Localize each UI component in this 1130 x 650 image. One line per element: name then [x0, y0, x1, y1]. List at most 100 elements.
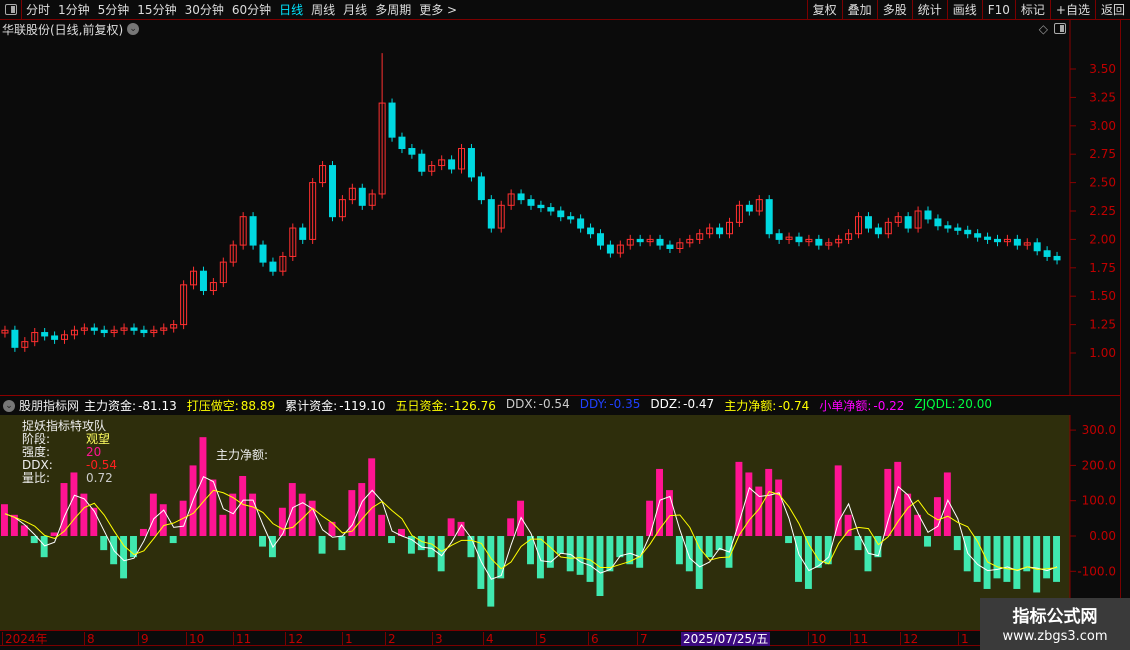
indicator-value: 主力资金: -81.13 — [84, 399, 177, 413]
ratio-value: 0.72 — [86, 471, 113, 485]
indicator-value: DDY: -0.35 — [579, 397, 641, 411]
date-axis: 2024年 8 9 10 11 12 1 2 3 4 5 6 7 2025/07/25/五 10 11 12 1 — [0, 630, 1120, 646]
period-tab[interactable]: 更多 > — [415, 1, 461, 18]
candle-body — [924, 210, 932, 220]
net-amount-bar — [993, 536, 1001, 579]
date-label: 9 — [138, 632, 149, 646]
candle-body — [974, 233, 982, 238]
net-amount-bar — [318, 536, 326, 554]
net-amount-bar — [1013, 536, 1021, 589]
toolbar-button[interactable]: 画线 — [946, 0, 982, 20]
candle-body — [606, 244, 614, 254]
net-amount-bar — [536, 536, 544, 579]
net-amount-bar — [417, 536, 425, 551]
period-tab[interactable]: 30分钟 — [181, 1, 228, 18]
date-label: 10 — [808, 632, 826, 646]
price-chart[interactable]: 1.00 1.25 1.50 1.75 2.00 2.25 2.50 2.75 3.00 3.25… — [0, 20, 1120, 396]
candle-body — [934, 218, 942, 227]
candle-body — [656, 238, 664, 246]
candle-body — [41, 332, 49, 337]
net-amount-bar — [596, 536, 604, 597]
net-amount-bar — [1043, 536, 1051, 579]
price-tick-label: 2.75 — [1089, 147, 1116, 161]
price-tick-label: 2.00 — [1089, 232, 1116, 246]
indicator-value: DDZ: -0.47 — [650, 397, 715, 411]
net-amount-bar — [566, 536, 574, 572]
net-amount-bar — [616, 536, 624, 558]
chevron-down-icon[interactable]: ⌄ — [3, 399, 15, 412]
net-amount-bar — [765, 468, 773, 536]
date-label: 11 — [233, 632, 251, 646]
candle-body — [388, 102, 396, 138]
candle-body — [874, 227, 882, 235]
net-amount-bar — [199, 437, 207, 536]
period-tab[interactable]: 1分钟 — [54, 1, 94, 18]
net-amount-bar — [507, 518, 515, 536]
net-amount-bar — [884, 468, 892, 536]
candle-body — [527, 199, 535, 206]
net-amount-bar — [308, 500, 316, 536]
net-amount-bar — [477, 536, 485, 589]
candle-body — [716, 227, 724, 235]
net-amount-bar — [685, 536, 693, 572]
net-amount-bar — [298, 493, 306, 536]
candle-body — [100, 329, 108, 334]
candle-body — [130, 327, 138, 331]
net-amount-bar — [924, 536, 931, 547]
toolbar-button[interactable]: +自选 — [1049, 0, 1095, 20]
net-amount-bar — [388, 536, 396, 544]
period-tab[interactable]: 周线 — [307, 1, 339, 18]
toolbar-button[interactable]: 叠加 — [841, 0, 877, 20]
indicator-info: 捉妖指标特攻队 阶段: 观望 强度: 20 DDX: -0.54 量比: 0.72 — [22, 420, 117, 485]
net-amount-bar — [735, 461, 743, 536]
toolbar-button[interactable]: 返回 — [1094, 0, 1130, 20]
candle-body — [1043, 250, 1051, 257]
net-amount-bar — [378, 514, 386, 536]
date-label: 2025/07/25/五 — [681, 632, 771, 646]
right-side-panel[interactable] — [1120, 20, 1130, 630]
net-amount-label: 主力净额: — [216, 448, 269, 462]
period-tab[interactable]: 月线 — [339, 1, 371, 18]
period-tab[interactable]: 多周期 — [371, 1, 415, 18]
net-amount-bar — [705, 536, 713, 558]
indicator-value: 累计资金: -119.10 — [285, 399, 386, 413]
candle-body — [547, 207, 555, 212]
period-tab[interactable]: 15分钟 — [133, 1, 180, 18]
net-amount-bar — [1053, 536, 1060, 582]
toolbar-button[interactable]: 统计 — [911, 0, 947, 20]
indicator-tick-label: 300.0 — [1082, 423, 1116, 437]
indicator-value: DDX: -0.54 — [505, 397, 570, 411]
toolbar-button[interactable]: 多股 — [876, 0, 912, 20]
period-tab[interactable]: 5分钟 — [94, 1, 134, 18]
price-tick-label: 2.50 — [1089, 176, 1116, 190]
period-tab[interactable]: 日线 — [275, 1, 307, 18]
watermark-logo: 指标公式网 www.zbgs3.com — [980, 598, 1130, 650]
candle-body — [477, 176, 485, 201]
net-amount-bar — [1003, 536, 1011, 582]
date-label: 12 — [285, 632, 303, 646]
toolbar-button[interactable]: F10 — [981, 0, 1015, 20]
indicator-chart[interactable]: 300.0 200.0 100.0 0.00 -100.0 — [0, 415, 1120, 630]
panel-toggle-button[interactable] — [0, 0, 22, 20]
net-amount-bar — [427, 536, 435, 558]
period-tab[interactable]: 60分钟 — [228, 1, 275, 18]
date-label: 7 — [637, 632, 648, 646]
toolbar-button[interactable]: 复权 — [806, 0, 842, 20]
indicator-tick-label: 200.0 — [1082, 458, 1116, 472]
net-amount-bar — [1, 504, 8, 536]
candle-body — [815, 238, 823, 246]
net-amount-bar — [149, 493, 157, 536]
net-amount-bar — [90, 507, 98, 536]
candle-body — [259, 244, 267, 263]
candle-body — [11, 329, 19, 348]
price-tick-label: 3.00 — [1089, 119, 1116, 133]
candle-body — [1033, 242, 1041, 252]
candle-body — [765, 199, 773, 235]
candle-body — [418, 153, 426, 172]
toolbar-button[interactable]: 标记 — [1014, 0, 1050, 20]
period-tab[interactable]: 分时 — [22, 1, 54, 18]
net-amount-bar — [328, 521, 336, 536]
net-amount-bar — [715, 536, 723, 551]
candle-body — [904, 216, 912, 229]
panel-icon — [4, 4, 17, 15]
